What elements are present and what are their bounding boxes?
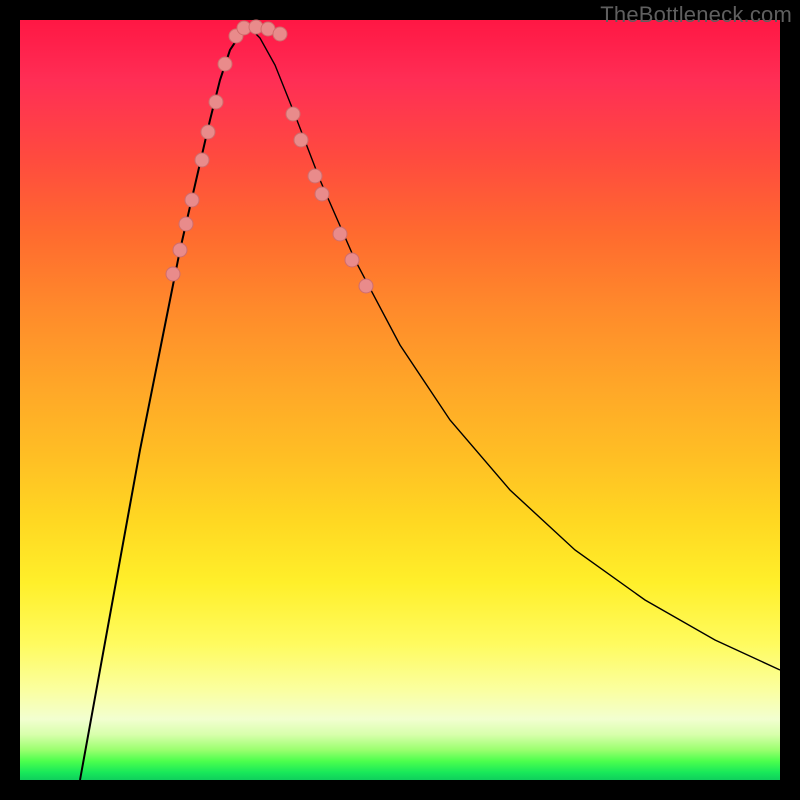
data-marker	[201, 125, 215, 139]
data-marker	[195, 153, 209, 167]
left-curve	[80, 28, 250, 780]
right-curve	[250, 28, 780, 670]
data-marker	[218, 57, 232, 71]
data-marker	[308, 169, 322, 183]
data-marker	[185, 193, 199, 207]
data-marker	[166, 267, 180, 281]
data-marker	[173, 243, 187, 257]
data-marker	[294, 133, 308, 147]
chart-svg	[20, 20, 780, 780]
data-marker	[315, 187, 329, 201]
data-marker	[179, 217, 193, 231]
data-marker	[286, 107, 300, 121]
data-marker	[359, 279, 373, 293]
data-marker	[333, 227, 347, 241]
watermark-text: TheBottleneck.com	[600, 2, 792, 28]
chart-frame	[20, 20, 780, 780]
data-marker	[345, 253, 359, 267]
data-marker	[273, 27, 287, 41]
data-markers	[166, 20, 373, 293]
data-marker	[209, 95, 223, 109]
